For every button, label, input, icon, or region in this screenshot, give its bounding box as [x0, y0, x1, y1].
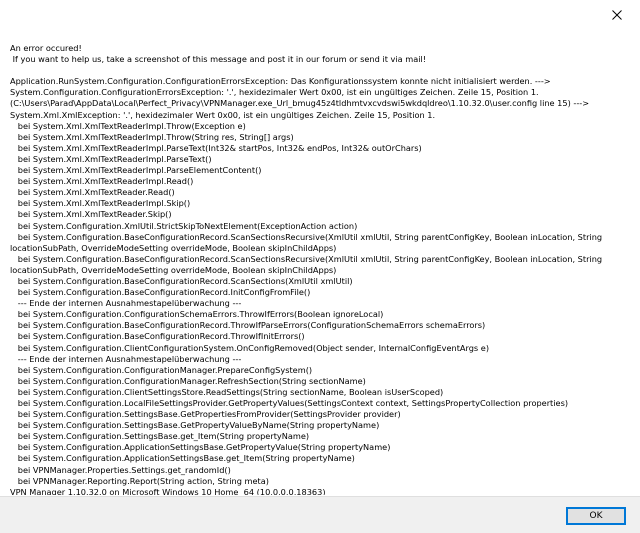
message-line: bei System.Configuration.BaseConfigurati…: [10, 275, 353, 286]
message-line: bei System.Configuration.BaseConfigurati…: [10, 287, 311, 298]
message-line: System.Configuration.ConfigurationErrors…: [10, 87, 539, 98]
error-message-text: An error occured! If you want to help us…: [10, 43, 632, 495]
message-line: bei System.Xml.XmlTextReaderImpl.ParseTe…: [10, 142, 422, 153]
message-line: bei System.Xml.XmlTextReader.Read(): [10, 187, 175, 198]
message-line: bei System.Configuration.BaseConfigurati…: [10, 331, 305, 342]
message-line: bei System.Configuration.ConfigurationMa…: [10, 364, 313, 375]
message-line: bei System.Configuration.BaseConfigurati…: [10, 231, 603, 242]
message-line: bei System.Configuration.ConfigurationSc…: [10, 309, 384, 320]
message-line: System.Xml.XmlException: '.', hexidezima…: [10, 109, 436, 120]
message-line: bei System.Configuration.SettingsBase.Ge…: [10, 409, 401, 420]
message-line: bei System.Configuration.ConfigurationMa…: [10, 375, 366, 386]
dialog-footer: OK: [0, 496, 640, 533]
message-line: bei System.Xml.XmlTextReaderImpl.Read(): [10, 176, 194, 187]
message-line: (C:\Users\Parad\AppData\Local\Perfect_Pr…: [10, 98, 590, 109]
message-line: locationSubPath, OverrideModeSetting ove…: [10, 264, 337, 275]
message-line: bei System.Configuration.ApplicationSett…: [10, 442, 391, 453]
message-line: bei System.Configuration.ApplicationSett…: [10, 453, 355, 464]
message-line: bei System.Configuration.SettingsBase.ge…: [10, 431, 310, 442]
message-line: bei VPNManager.Reporting.Report(String a…: [10, 475, 269, 486]
message-line: Application.RunSystem.Configuration.Conf…: [10, 76, 551, 87]
message-line: bei System.Configuration.BaseConfigurati…: [10, 320, 486, 331]
message-line: bei System.Configuration.BaseConfigurati…: [10, 253, 603, 264]
message-line: bei System.Configuration.SettingsBase.Ge…: [10, 420, 380, 431]
message-line: locationSubPath, OverrideModeSetting ove…: [10, 242, 337, 253]
message-line: bei System.Configuration.ClientConfigura…: [10, 342, 490, 353]
message-line: bei System.Xml.XmlTextReaderImpl.Throw(E…: [10, 120, 246, 131]
error-dialog-window: An error occured! If you want to help us…: [0, 0, 640, 533]
message-line: [10, 65, 632, 76]
message-line: VPN Manager 1.10.32.0 on Microsoft Windo…: [10, 486, 326, 495]
message-line: bei System.Xml.XmlTextReader.Skip(): [10, 209, 172, 220]
message-line: bei System.Configuration.LocalFileSettin…: [10, 398, 569, 408]
close-button[interactable]: [594, 0, 640, 30]
message-line: bei VPNManager.Properties.Settings.get_r…: [10, 464, 231, 475]
message-line: --- Ende der internen Ausnahmestapelüber…: [10, 353, 242, 364]
message-line: bei System.Xml.XmlTextReaderImpl.ParseTe…: [10, 153, 212, 164]
message-line: An error occured!: [10, 43, 82, 53]
message-line: --- Ende der internen Ausnahmestapelüber…: [10, 298, 242, 309]
message-line: bei System.Xml.XmlTextReaderImpl.Skip(): [10, 198, 191, 209]
message-line: bei System.Configuration.XmlUtil.StrictS…: [10, 220, 358, 231]
message-line: bei System.Xml.XmlTextReaderImpl.ParseEl…: [10, 165, 262, 176]
close-icon: [612, 10, 622, 20]
ok-button[interactable]: OK: [566, 507, 626, 525]
message-line: If you want to help us, take a screensho…: [10, 54, 427, 65]
message-line: bei System.Configuration.ClientSettingsS…: [10, 386, 444, 397]
message-line: bei System.Xml.XmlTextReaderImpl.Throw(S…: [10, 131, 294, 142]
title-bar: [0, 0, 640, 30]
